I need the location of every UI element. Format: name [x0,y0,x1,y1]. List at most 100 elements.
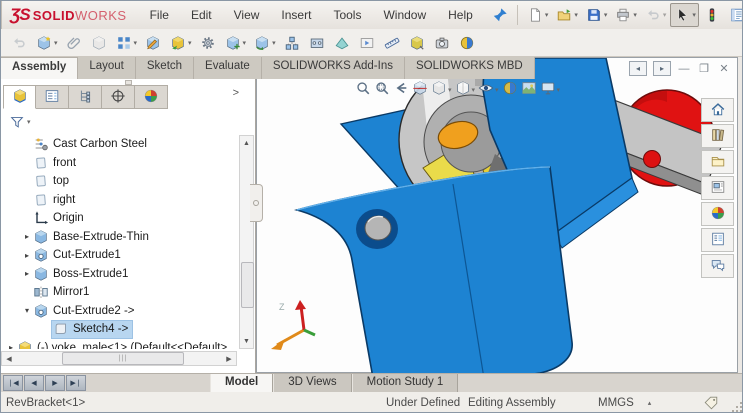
tree-item[interactable]: Cast Carbon Steel [1,135,237,154]
menu-view[interactable]: View [225,4,269,26]
expand-arrow[interactable]: ▾ [21,306,33,315]
scroll-up-arrow[interactable]: ▲ [240,136,253,150]
graphics-area[interactable]: Z ▾▾▾▾ ◂▸—❐✕ [256,57,738,373]
menu-edit[interactable]: Edit [182,4,221,26]
tree-item[interactable]: right [1,191,237,210]
menu-file[interactable]: File [141,4,178,26]
linear-component-pattern-button[interactable]: ▾ [112,31,141,55]
tree-item[interactable]: ▸Boss-Extrude1 [1,265,237,284]
new-document-button[interactable]: ▾ [523,3,552,27]
tree-item[interactable]: top [1,172,237,191]
vertical-scroll-thumb[interactable] [241,262,254,308]
tree-vertical-scrollbar[interactable]: ▲ ▼ [239,135,254,349]
undo-button[interactable]: ▾ [641,3,670,27]
menu-insert[interactable]: Insert [272,4,320,26]
last-sheet-button[interactable]: ▶❘ [66,375,86,391]
smart-fasteners-button[interactable] [196,31,220,55]
next-sheet-button[interactable]: ▶ [45,375,65,391]
view-settings-dropdown-caret[interactable]: ▾ [557,86,561,94]
expand-arrow[interactable]: ▸ [21,269,33,278]
panel-tab-configurationmanager[interactable] [69,85,102,109]
rotate-component-button[interactable]: ▾ [250,31,279,55]
tab-evaluate[interactable]: Evaluate [194,57,262,79]
panel-tab-dimxpertmanager[interactable] [102,85,135,109]
mate-button[interactable] [62,31,86,55]
menu-window[interactable]: Window [374,4,435,26]
hide-show-items-button[interactable]: ▾ [478,80,499,99]
take-snapshot-button[interactable] [430,31,454,55]
first-sheet-button[interactable]: ❘◀ [3,375,23,391]
edit-appearance-button[interactable] [502,80,518,99]
tree-item[interactable]: Mirror1 [1,283,237,302]
tab-layout[interactable]: Layout [78,57,136,79]
tree-item[interactable]: front [1,154,237,173]
scroll-left-arrow[interactable]: ◀ [2,355,16,363]
horizontal-scroll-thumb[interactable]: ||| [62,352,184,365]
insert-part-button[interactable]: ▾ [166,31,195,55]
tab-sketch[interactable]: Sketch [136,57,194,79]
close-document-button[interactable]: ✕ [717,62,731,75]
home-button[interactable] [701,98,734,122]
view-palette-button[interactable] [701,176,734,200]
menu-help[interactable]: Help [439,4,482,26]
mass-properties-button[interactable] [405,31,429,55]
body-hole[interactable] [356,209,398,249]
hide-show-items-dropdown-caret[interactable]: ▾ [495,86,499,94]
document-properties-button[interactable] [725,3,743,27]
appearances-scenes-button[interactable] [701,202,734,226]
print-dropdown-caret[interactable]: ▾ [633,11,637,19]
view-settings-button[interactable]: ▾ [540,80,561,99]
tab-solidworks-mbd[interactable]: SOLIDWORKS MBD [405,57,535,79]
tab-solidworks-add-ins[interactable]: SOLIDWORKS Add-Ins [262,57,405,79]
sheet-tab-model[interactable]: Model [210,374,273,392]
tree-item[interactable]: ▸Base-Extrude-Thin [1,228,237,247]
insert-part-dropdown-caret[interactable]: ▾ [188,39,192,47]
expand-arrow[interactable]: ▸ [5,343,17,349]
select-cursor-dropdown-caret[interactable]: ▾ [692,11,696,19]
file-explorer-button[interactable] [701,150,734,174]
solidworks-forum-button[interactable] [701,254,734,278]
tree-item[interactable]: Origin [1,209,237,228]
panel-tab-featuremanager[interactable] [3,85,36,109]
previous-view-button[interactable] [393,80,409,99]
quick-tips-icon[interactable] [703,395,719,411]
save-dropdown-caret[interactable]: ▾ [604,11,608,19]
units-selector[interactable]: MMGS ▴ [598,397,651,409]
scroll-down-arrow[interactable]: ▼ [240,334,253,348]
tree-filter-button[interactable]: ▾ [5,110,34,134]
undo-dropdown-caret[interactable]: ▾ [663,11,667,19]
performance-evaluation-button[interactable] [700,3,724,27]
menu-tools[interactable]: Tools [324,4,370,26]
display-style-dropdown-caret[interactable]: ▾ [472,86,476,94]
new-motion-study-button[interactable] [355,31,379,55]
new-document-dropdown-caret[interactable]: ▾ [545,11,549,19]
select-cursor-button[interactable]: ▾ [670,3,699,27]
part-yoke-body[interactable] [297,167,572,374]
move-component-button[interactable]: ▾ [221,31,250,55]
reference-geometry-button[interactable] [330,31,354,55]
bar-hole[interactable] [644,151,661,168]
edit-component-button[interactable] [141,31,165,55]
tree-horizontal-scrollbar[interactable]: ◀ ||| ▶ [1,351,237,366]
show-hidden-components-button[interactable] [87,31,111,55]
resize-grip[interactable] [730,400,742,412]
tree-item[interactable]: ▾Cut-Extrude2 -> [1,302,237,321]
expand-arrow[interactable]: ▸ [21,232,33,241]
rotate-component-dropdown-caret[interactable]: ▾ [272,39,276,47]
apply-scene-button[interactable] [521,80,537,99]
sheet-tab-3d-views[interactable]: 3D Views [273,374,351,392]
next-document-button[interactable]: ▸ [653,61,671,76]
tree-item[interactable]: ▸Cut-Extrude1 [1,246,237,265]
sheet-tab-motion-study-1[interactable]: Motion Study 1 [352,374,459,392]
scroll-right-arrow[interactable]: ▶ [222,355,236,363]
measure-button[interactable] [380,31,404,55]
zoom-to-area-button[interactable] [374,80,390,99]
tree-item[interactable]: ▸(-) yoke_male<1> (Default<<Default>_ [1,339,237,350]
tree-item[interactable]: Sketch4 -> [1,320,237,339]
exploded-view-button[interactable] [280,31,304,55]
linear-component-pattern-dropdown-caret[interactable]: ▾ [134,39,138,47]
design-library-button[interactable] [701,124,734,148]
restore-document-button[interactable]: ❐ [697,62,711,75]
previous-document-button[interactable]: ◂ [629,61,647,76]
open-dropdown-caret[interactable]: ▾ [574,11,578,19]
